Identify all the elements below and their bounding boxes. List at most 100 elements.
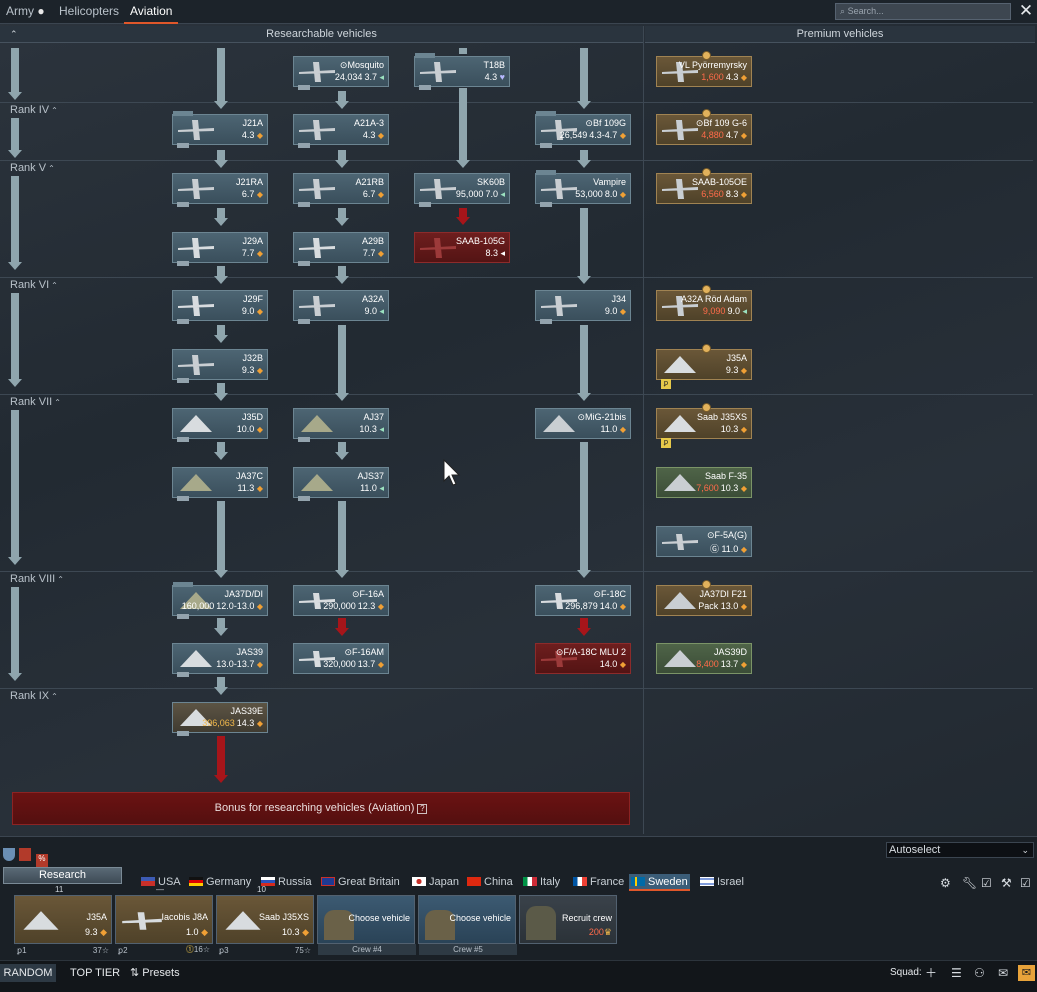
nation-tab-china[interactable]: China — [467, 874, 513, 891]
presets-button[interactable]: ⇅ Presets — [130, 964, 180, 982]
golden-eagle-icon: ♛ — [603, 927, 612, 937]
research-button[interactable]: Research — [3, 867, 122, 884]
vehicle-card-ja37di-f21[interactable]: JA37DI F21 Pack 13.0 ◆ — [656, 580, 752, 616]
italy-flag-icon — [523, 877, 537, 886]
vehicle-card-jas39e[interactable]: JAS39E 396,063 14.3 ◆ — [172, 702, 268, 736]
tree-arrow — [214, 160, 228, 168]
close-icon[interactable]: ✕ — [1016, 1, 1036, 21]
nation-tab-israel[interactable]: Israel — [700, 874, 744, 891]
gear-icon[interactable]: ⚙ — [940, 876, 951, 890]
vehicle-card-saab105oe[interactable]: SAAB-105OE 6,560 8.3 ◆ — [656, 168, 752, 204]
vehicle-card-mig21bis[interactable]: ⊙MiG-21bis 11.0 ◆ — [535, 408, 631, 439]
fighter-icon: ◆ — [740, 190, 747, 199]
checkbox-icon[interactable]: ☑ — [981, 876, 992, 890]
crew-slot-5[interactable]: Choose vehicle Crew #5 — [418, 895, 517, 955]
premium-icon — [702, 109, 711, 118]
top-tier-button[interactable]: TOP TIER — [70, 964, 120, 982]
crew-slot-3[interactable]: 10 Saab J35XS 10.3 ◆ ꝑ3 75☆ — [216, 885, 314, 955]
tab-aviation[interactable]: Aviation — [124, 0, 179, 24]
vehicle-card-f16am[interactable]: ⊙F-16AM 320,000 13.7 ◆ — [293, 643, 389, 674]
vehicle-card-jas39[interactable]: JAS39 13.0-13.7 ◆ — [172, 643, 268, 677]
vehicle-card-saab-j35xs[interactable]: Saab J35XS 10.3 ◆ ꝑ — [656, 403, 752, 448]
vehicle-card-f16a[interactable]: ⊙F-16A 290,000 12.3 ◆ — [293, 585, 389, 616]
vehicle-card-j35a[interactable]: J35A 9.3 ◆ ꝑ — [656, 344, 752, 389]
rank-label-vii[interactable]: Rank VII ⌃ — [10, 396, 61, 408]
help-icon[interactable]: ? — [417, 804, 428, 814]
vehicle-card-a32a-rod-adam[interactable]: A32A Röd Adam 9,090 9.0 ◂ — [656, 285, 752, 321]
vehicle-card-fa18c-mlu2[interactable]: ⊙F/A-18C MLU 2 14.0 ◆ — [535, 643, 631, 674]
vehicle-card-f5ag[interactable]: ⊙F-5A(G) Ⓖ 11.0 ◆ — [656, 526, 752, 557]
nation-tab-great-britain[interactable]: Great Britain — [321, 874, 400, 891]
nation-tab-germany[interactable]: Germany — [189, 874, 251, 891]
tab-helicopters[interactable]: Helicopters — [59, 0, 119, 24]
rank-label-vi[interactable]: Rank VI ⌃ — [10, 279, 58, 291]
vehicle-card-vl-pyorremyrsky[interactable]: VL Pyörremyrsky 1,600 4.3 ◆ — [656, 51, 752, 87]
tab-army-label: Army — [6, 4, 34, 18]
vehicle-card-j29f[interactable]: J29F 9.0 ◆ — [172, 290, 268, 324]
vehicle-card-j21a[interactable]: J21A 4.3 ◆ — [172, 111, 268, 148]
rank-label-iv[interactable]: Rank IV ⌃ — [10, 104, 58, 116]
crew-slot-4[interactable]: Choose vehicle Crew #4 — [317, 895, 416, 955]
tab-army[interactable]: Army ● — [6, 0, 45, 24]
nation-tab-japan[interactable]: Japan — [412, 874, 459, 891]
tree-connector-locked — [580, 618, 588, 628]
vehicle-card-j35d[interactable]: J35D 10.0 ◆ — [172, 408, 268, 442]
autoselect-dropdown[interactable]: Autoselect ⌄ — [886, 842, 1034, 858]
vehicle-card-j29a[interactable]: J29A 7.7 ◆ — [172, 232, 268, 266]
collapse-icon[interactable]: ⌃ — [10, 26, 18, 42]
fighter-icon: ◆ — [619, 131, 626, 140]
vehicle-card-j34[interactable]: J34 9.0 ◆ — [535, 290, 631, 324]
search-input[interactable]: ⌕ Search... — [835, 3, 1011, 20]
vehicle-card-ja37d-di[interactable]: JA37D/DI 160,000 12.0-13.0 ◆ — [172, 582, 268, 619]
vehicle-card-f18c[interactable]: ⊙F-18C 296,879 14.0 ◆ — [535, 585, 631, 616]
tree-arrow — [214, 335, 228, 343]
wrench-icon[interactable]: 🔧︎ — [962, 876, 977, 890]
rank-label-v[interactable]: Rank V ⌃ — [10, 162, 55, 174]
vehicle-card-saab-f35[interactable]: Saab F-35 7,600 10.3 ◆ — [656, 467, 752, 498]
nation-tab-france[interactable]: France — [573, 874, 624, 891]
nation-tab-italy[interactable]: Italy — [523, 874, 560, 891]
friends-icon[interactable]: ⚇ — [974, 966, 985, 980]
chat-icon[interactable]: ✉ — [998, 966, 1008, 980]
nation-tab-russia[interactable]: Russia — [261, 874, 312, 891]
search-placeholder: Search... — [847, 6, 884, 16]
vehicle-card-a21rb[interactable]: A21RB 6.7 ◆ — [293, 173, 389, 207]
vehicle-card-sk60b[interactable]: SK60B 95,000 7.0 ◂ — [414, 173, 510, 207]
vehicle-card-bf109g6[interactable]: ⊙Bf 109 G-6 4,880 4.7 ◆ — [656, 109, 752, 145]
vehicle-card-ja37c[interactable]: JA37C 11.3 ◆ — [172, 467, 268, 501]
repair-all-icon[interactable]: ⚒ — [1001, 876, 1012, 890]
mail-icon[interactable]: ✉ — [1018, 965, 1035, 981]
fighter-icon: ◆ — [377, 602, 384, 611]
crew-slot-2[interactable]: — Iacobis J8A 1.0 ◆ ꝑ2 ⓵16☆ — [115, 885, 213, 955]
add-icon[interactable]: ＋ — [925, 966, 937, 980]
vehicle-card-saab105g[interactable]: SAAB-105G 8.3 ◂ — [414, 232, 510, 263]
rank-label-viii[interactable]: Rank VIII ⌃ — [10, 573, 64, 585]
nation-tab-sweden[interactable]: Sweden — [629, 874, 690, 891]
vehicle-card-a32a[interactable]: A32A 9.0 ◂ — [293, 290, 389, 324]
crew-slot-1[interactable]: 11 J35A 9.3 ◆ ꝑ1 37☆ — [14, 885, 112, 955]
vehicle-card-vampire[interactable]: Vampire 53,000 8.0 ◆ — [535, 170, 631, 207]
fighter-icon: ◆ — [740, 425, 747, 434]
britain-flag-icon — [321, 877, 335, 886]
plane-icon — [664, 356, 696, 373]
vehicle-card-ajs37[interactable]: AJS37 11.0 ◂ — [293, 467, 389, 501]
vehicle-card-j32b[interactable]: J32B 9.3 ◆ — [172, 349, 268, 383]
checkbox-icon[interactable]: ☑ — [1020, 876, 1031, 890]
random-button[interactable]: RANDOM — [0, 964, 56, 982]
tree-arrow — [214, 687, 228, 695]
recruit-crew-slot[interactable]: Recruit crew 200♛ — [519, 895, 617, 944]
vehicle-card-aj37[interactable]: AJ37 10.3 ◂ — [293, 408, 389, 442]
vehicle-card-bf109g[interactable]: ⊙Bf 109G 26,549 4.3-4.7 ◆ — [535, 111, 631, 148]
squadron-icon: ⊙ — [585, 118, 593, 128]
list-icon[interactable]: ☰ — [951, 966, 962, 980]
column-divider — [643, 26, 644, 834]
research-bonus-bar[interactable]: Bonus for researching vehicles (Aviation… — [12, 792, 630, 825]
plane-icon — [178, 179, 214, 199]
vehicle-card-jas39d[interactable]: JAS39D 8,400 13.7 ◆ — [656, 643, 752, 674]
vehicle-card-a29b[interactable]: A29B 7.7 ◆ — [293, 232, 389, 266]
vehicle-card-t18b[interactable]: T18B 4.3 ♥ — [414, 53, 510, 90]
vehicle-card-a21a3[interactable]: A21A-3 4.3 ◆ — [293, 114, 389, 148]
vehicle-card-j21ra[interactable]: J21RA 6.7 ◆ — [172, 173, 268, 207]
vehicle-card-mosquito[interactable]: ⊙Mosquito 24,034 3.7 ◂ — [293, 56, 389, 90]
rank-label-ix[interactable]: Rank IX ⌃ — [10, 690, 58, 702]
